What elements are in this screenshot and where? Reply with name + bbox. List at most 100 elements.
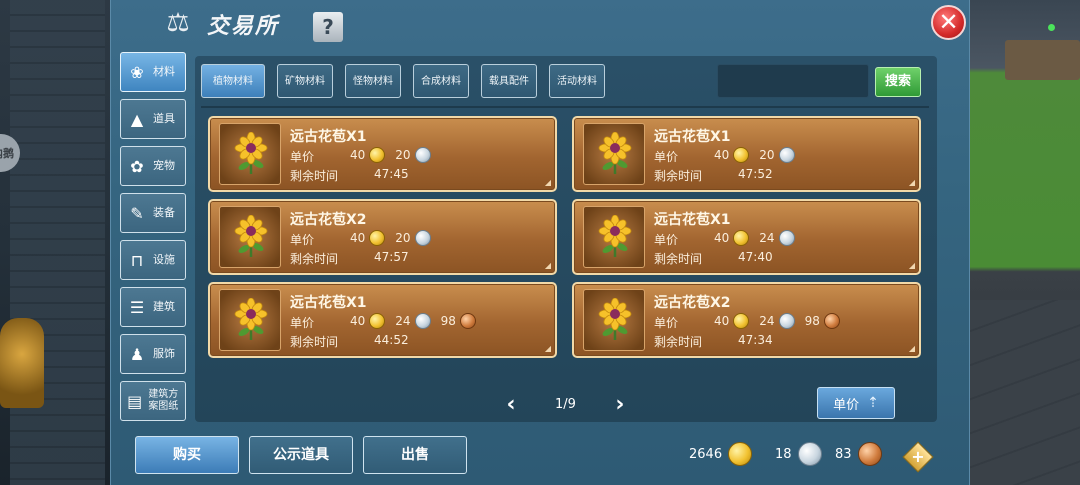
item-thumbnail	[583, 206, 645, 268]
gold-coin-icon	[369, 147, 386, 163]
tab-monster-materials[interactable]: 怪物材料	[345, 64, 401, 98]
silver-coin-icon	[414, 147, 431, 163]
silver-price: 20	[395, 148, 411, 162]
item-price: 40 20	[350, 147, 431, 163]
silver-price: 20	[395, 231, 411, 245]
category-clothing[interactable]: ♟ 服饰	[120, 334, 186, 374]
scene-wall	[10, 0, 105, 485]
gold-coin-icon	[728, 442, 753, 466]
listing-card[interactable]: 远古花苞X1 单价 40 20 剩余时间 47:52 ◢	[572, 116, 921, 192]
gold-coin-icon	[369, 230, 386, 246]
category-buildings[interactable]: ☰ 建筑	[120, 287, 186, 327]
time-label: 剩余时间	[654, 169, 703, 183]
title-bar: ⚖ 交易所 ? ✕	[111, 0, 971, 50]
flower-icon	[234, 215, 268, 257]
tab-mineral-materials[interactable]: 矿物材料	[277, 64, 333, 98]
time-remaining: 47:45	[374, 167, 409, 181]
copper-coin-icon	[823, 313, 840, 329]
facility-icon: ⊓	[130, 250, 144, 270]
flower-icon	[598, 215, 632, 257]
silver-coin-icon	[778, 313, 795, 329]
help-button[interactable]: ?	[313, 12, 343, 42]
silver-coin-icon	[778, 147, 795, 163]
price-label: 单价	[290, 316, 315, 330]
pagination: ‹ 1/9 ›	[501, 392, 630, 417]
silver-price: 24	[759, 231, 775, 245]
search-input[interactable]	[717, 64, 869, 98]
item-price: 40 24 98	[350, 313, 476, 329]
listing-card[interactable]: 远古花苞X1 单价 40 24 剩余时间 47:40 ◢	[572, 199, 921, 275]
listing-card[interactable]: 远古花苞X2 单价 40 24 98 剩余时间 47:34 ◢	[572, 282, 921, 358]
sort-arrow-icon: ⇡	[867, 395, 879, 411]
item-thumbnail	[583, 289, 645, 351]
category-equipment[interactable]: ✎ 装备	[120, 193, 186, 233]
tab-vehicle-parts[interactable]: 载具配件	[481, 64, 537, 98]
item-price: 40 24	[714, 230, 795, 246]
category-label: 设施	[153, 253, 175, 266]
tab-event-materials[interactable]: 活动材料	[549, 64, 605, 98]
wallet-gold: 2646	[689, 442, 753, 466]
category-blueprints[interactable]: ▤ 建筑方案图纸	[120, 381, 186, 421]
category-materials[interactable]: ❀ 材料	[120, 52, 186, 92]
search-button[interactable]: 搜索	[875, 67, 921, 97]
prev-page-button[interactable]: ‹	[501, 392, 521, 417]
copper-price: 98	[440, 314, 456, 328]
publish-items-button[interactable]: 公示道具	[249, 436, 353, 474]
time-remaining: 47:34	[738, 333, 773, 347]
sort-by-price-button[interactable]: 单价 ⇡	[817, 387, 895, 419]
price-label: 单价	[654, 150, 679, 164]
category-items[interactable]: ▲ 道具	[120, 99, 186, 139]
item-price: 40 24 98	[714, 313, 840, 329]
category-label: 道具	[153, 112, 175, 125]
listing-panel: 植物材料 矿物材料 怪物材料 合成材料 载具配件 活动材料 搜索 远古花苞X1 单…	[195, 56, 937, 422]
silver-price: 24	[759, 314, 775, 328]
item-name: 远古花苞X2	[654, 295, 731, 311]
time-remaining: 47:52	[738, 167, 773, 181]
category-facilities[interactable]: ⊓ 设施	[120, 240, 186, 280]
corner-mark-icon: ◢	[544, 344, 551, 353]
item-thumbnail	[583, 123, 645, 185]
status-dot	[1048, 24, 1055, 31]
equipment-icon: ✎	[130, 203, 144, 223]
category-pets[interactable]: ✿ 宠物	[120, 146, 186, 186]
listing-card[interactable]: 远古花苞X1 单价 40 20 剩余时间 47:45 ◢	[208, 116, 557, 192]
time-label: 剩余时间	[654, 335, 703, 349]
listing-card[interactable]: 远古花苞X2 单价 40 20 剩余时间 47:57 ◢	[208, 199, 557, 275]
time-remaining: 47:57	[374, 250, 409, 264]
sell-button[interactable]: 出售	[363, 436, 467, 474]
price-label: 单价	[290, 233, 315, 247]
category-label: 宠物	[153, 159, 175, 172]
add-currency-button[interactable]: +	[902, 441, 934, 473]
price-label: 单价	[290, 150, 315, 164]
item-price: 40 20	[714, 147, 795, 163]
page-title: 交易所	[207, 14, 280, 39]
materials-icon: ❀	[130, 62, 144, 82]
time-label: 剩余时间	[290, 169, 339, 183]
clothing-icon: ♟	[129, 344, 145, 364]
sort-label: 单价	[833, 397, 860, 413]
tab-plant-materials[interactable]: 植物材料	[201, 64, 265, 98]
subcategory-tabs: 植物材料 矿物材料 怪物材料 合成材料 载具配件 活动材料	[201, 64, 605, 98]
gold-coin-icon	[733, 313, 750, 329]
copper-coin-icon	[857, 442, 882, 466]
category-label: 建筑方案图纸	[148, 389, 179, 412]
corner-mark-icon: ◢	[908, 178, 915, 187]
buy-button[interactable]: 购买	[135, 436, 239, 474]
tab-crafted-materials[interactable]: 合成材料	[413, 64, 469, 98]
gold-price: 40	[714, 148, 730, 162]
close-button[interactable]: ✕	[931, 5, 966, 40]
item-thumbnail	[219, 289, 281, 351]
corner-mark-icon: ◢	[908, 344, 915, 353]
gold-price: 40	[714, 314, 730, 328]
gold-coin-icon	[733, 230, 750, 246]
time-label: 剩余时间	[654, 252, 703, 266]
listing-card[interactable]: 远古花苞X1 单价 40 24 98 剩余时间 44:52 ◢	[208, 282, 557, 358]
time-remaining: 47:40	[738, 250, 773, 264]
paw-icon: ✿	[130, 156, 144, 176]
flower-icon	[598, 298, 632, 340]
category-label: 装备	[153, 206, 175, 219]
time-label: 剩余时间	[290, 252, 339, 266]
next-page-button[interactable]: ›	[610, 392, 630, 417]
corner-mark-icon: ◢	[544, 261, 551, 270]
silver-price: 24	[395, 314, 411, 328]
